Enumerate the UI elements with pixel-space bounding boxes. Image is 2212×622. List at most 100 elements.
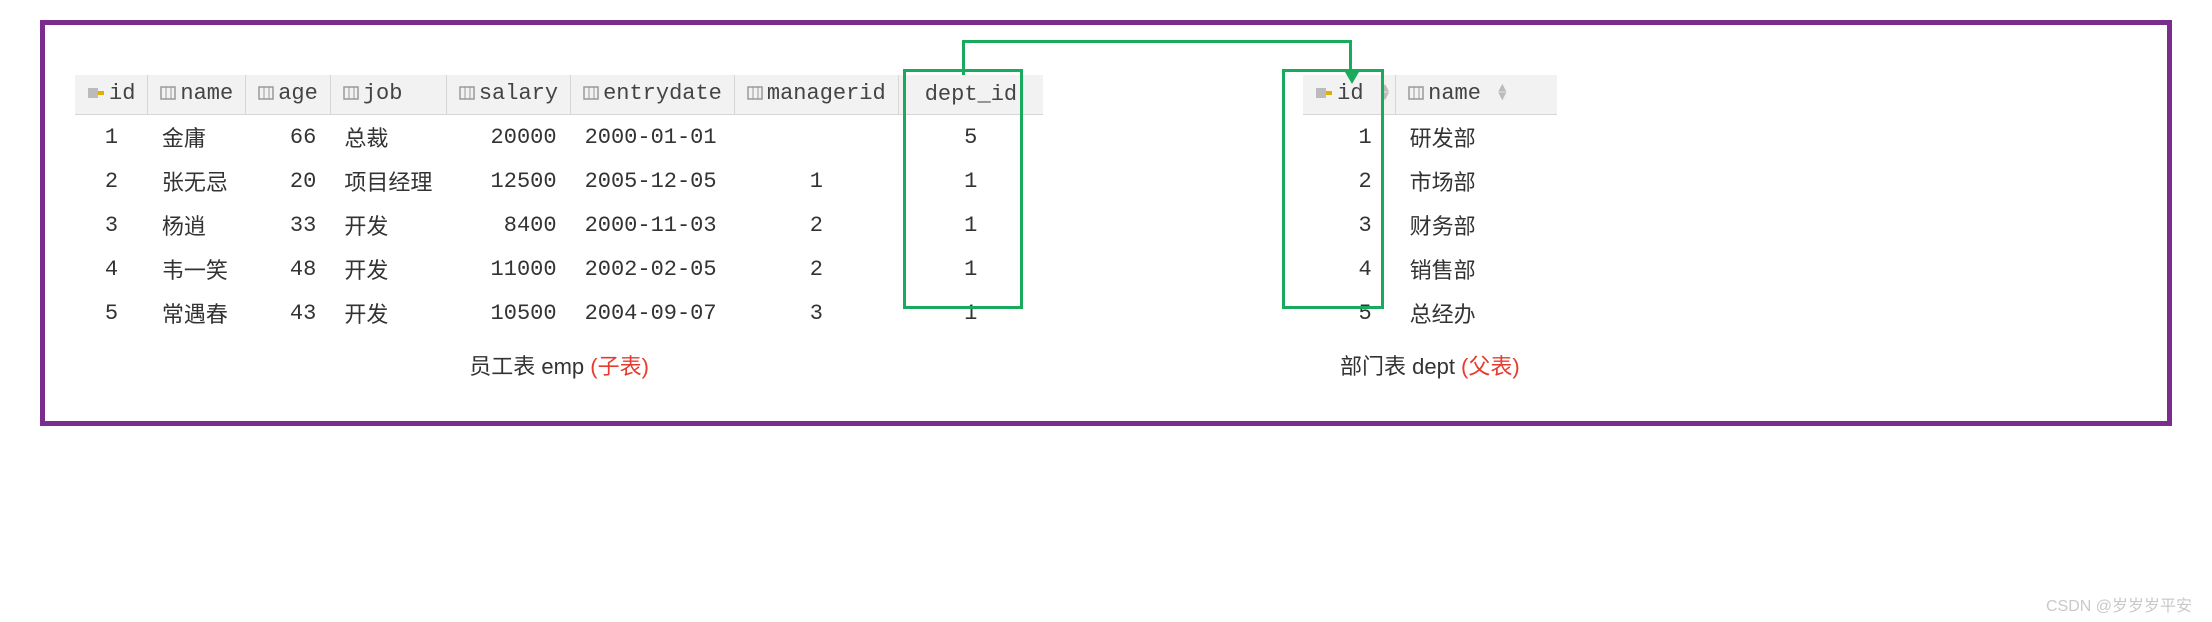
table-row: 5总经办 [1303, 291, 1556, 335]
emp-col-age: age [246, 75, 331, 115]
cell: 5 [75, 291, 148, 335]
emp-col-id: id [75, 75, 148, 115]
emp-col-id-label: id [109, 81, 135, 106]
cell: 常遇春 [148, 291, 246, 335]
cell: 市场部 [1396, 159, 1557, 203]
dept-table-block: id ▲▼ name ▲▼ 1研发部2市场部3财务部4销售部5总经办 部门表 d… [1303, 75, 1556, 381]
cell: 48 [246, 247, 331, 291]
cell: 2000-01-01 [571, 115, 735, 160]
dept-col-name-label: name [1428, 81, 1481, 106]
cell: 8400 [446, 203, 570, 247]
emp-table-block: id name age jo [75, 75, 1043, 381]
dept-caption-red: (父表) [1461, 354, 1520, 379]
cell: 4 [75, 247, 148, 291]
emp-col-salary-label: salary [479, 81, 558, 106]
cell: 1 [898, 203, 1043, 247]
cell: 1 [1303, 115, 1396, 160]
table-row: 4韦一笑48开发110002002-02-0521 [75, 247, 1043, 291]
dept-col-id: id ▲▼ [1303, 75, 1396, 115]
cell: 1 [898, 159, 1043, 203]
dept-col-id-label: id [1337, 81, 1363, 106]
cell: 杨逍 [148, 203, 246, 247]
emp-col-job: job [330, 75, 446, 115]
column-icon [583, 83, 599, 108]
cell: 2004-09-07 [571, 291, 735, 335]
cell: 43 [246, 291, 331, 335]
table-row: 5常遇春43开发105002004-09-0731 [75, 291, 1043, 335]
cell: 2002-02-05 [571, 247, 735, 291]
cell: 11000 [446, 247, 570, 291]
cell: 66 [246, 115, 331, 160]
cell: 销售部 [1396, 247, 1557, 291]
column-icon [343, 83, 359, 108]
emp-col-name: name [148, 75, 246, 115]
dept-caption-main: 部门表 dept [1340, 354, 1461, 379]
emp-col-job-label: job [363, 81, 403, 106]
cell: 2 [734, 203, 898, 247]
table-row: 1研发部 [1303, 115, 1556, 160]
cell: 总裁 [330, 115, 446, 160]
cell: 5 [898, 115, 1043, 160]
cell: 1 [75, 115, 148, 160]
cell: 1 [734, 159, 898, 203]
cell: 张无忌 [148, 159, 246, 203]
dept-caption: 部门表 dept (父表) [1340, 349, 1520, 381]
watermark: CSDN @岁岁岁平安 [2046, 592, 2192, 616]
fk-connector [962, 40, 1352, 75]
table-row: 4销售部 [1303, 247, 1556, 291]
cell: 开发 [330, 247, 446, 291]
table-row: 1金庸66总裁200002000-01-01 5 [75, 115, 1043, 160]
column-icon [747, 83, 763, 108]
table-row: 2市场部 [1303, 159, 1556, 203]
sort-icon: ▲▼ [1381, 85, 1389, 101]
column-icon [1408, 83, 1424, 108]
cell: 1 [898, 247, 1043, 291]
cell: 3 [734, 291, 898, 335]
table-row: 3财务部 [1303, 203, 1556, 247]
column-icon [258, 83, 274, 108]
cell: 20000 [446, 115, 570, 160]
emp-col-managerid-label: managerid [767, 81, 886, 106]
cell: 2 [75, 159, 148, 203]
cell: 10500 [446, 291, 570, 335]
emp-header-row: id name age jo [75, 75, 1043, 115]
cell: 金庸 [148, 115, 246, 160]
emp-col-dept-id-label: dept_id [925, 82, 1017, 107]
emp-col-name-label: name [180, 81, 233, 106]
cell: 3 [75, 203, 148, 247]
cell [734, 115, 898, 160]
emp-col-entrydate: entrydate [571, 75, 735, 115]
cell: 2000-11-03 [571, 203, 735, 247]
dept-col-name: name ▲▼ [1396, 75, 1557, 115]
table-row: 2张无忌20项目经理125002005-12-0511 [75, 159, 1043, 203]
cell: 2 [734, 247, 898, 291]
column-icon [160, 83, 176, 108]
cell: 3 [1303, 203, 1396, 247]
cell: 2 [1303, 159, 1396, 203]
key-icon [1315, 83, 1333, 108]
cell: 开发 [330, 291, 446, 335]
cell: 2005-12-05 [571, 159, 735, 203]
emp-col-dept-id: dept_id [898, 75, 1043, 115]
key-icon [87, 83, 105, 108]
cell: 韦一笑 [148, 247, 246, 291]
emp-col-age-label: age [278, 81, 318, 106]
cell: 12500 [446, 159, 570, 203]
cell: 20 [246, 159, 331, 203]
cell: 研发部 [1396, 115, 1557, 160]
column-icon [459, 83, 475, 108]
cell: 4 [1303, 247, 1396, 291]
dept-header-row: id ▲▼ name ▲▼ [1303, 75, 1556, 115]
emp-caption-main: 员工表 emp [469, 354, 590, 379]
diagram-frame: id name age jo [40, 20, 2172, 426]
cell: 5 [1303, 291, 1396, 335]
cell: 33 [246, 203, 331, 247]
emp-col-entrydate-label: entrydate [603, 81, 722, 106]
emp-table: id name age jo [75, 75, 1043, 335]
cell: 项目经理 [330, 159, 446, 203]
table-row: 3杨逍33开发84002000-11-0321 [75, 203, 1043, 247]
cell: 总经办 [1396, 291, 1557, 335]
emp-col-salary: salary [446, 75, 570, 115]
cell: 1 [898, 291, 1043, 335]
cell: 财务部 [1396, 203, 1557, 247]
